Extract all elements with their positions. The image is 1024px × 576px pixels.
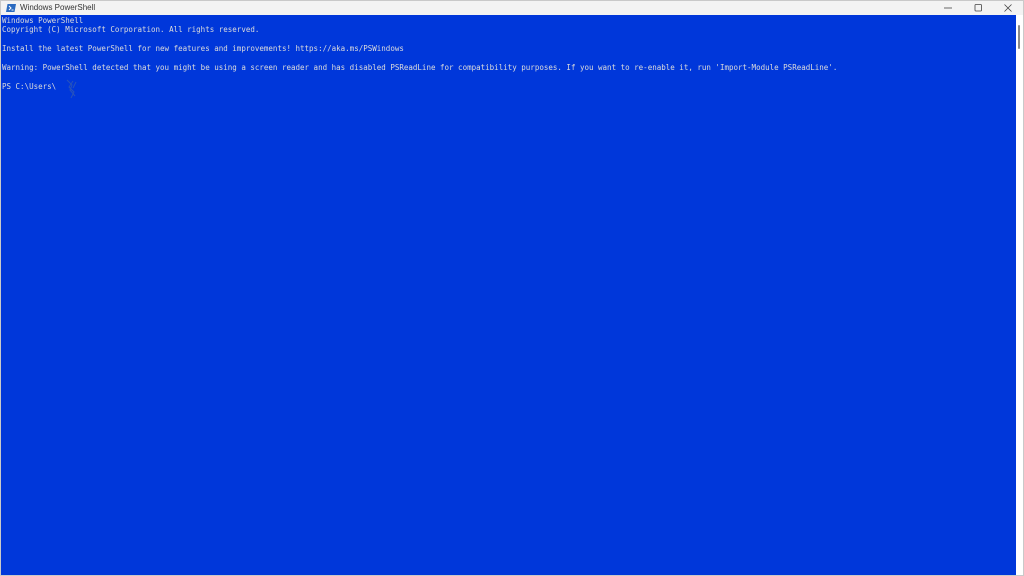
warning-line: Warning: PowerShell detected that you mi… [2,62,838,72]
title-bar[interactable]: Windows PowerShell [1,1,1023,15]
console-output[interactable]: Windows PowerShell Copyright (C) Microso… [1,15,1016,575]
powershell-window: Windows PowerShell Windows PowerShell Co… [0,0,1024,576]
copyright-line: Copyright (C) Microsoft Corporation. All… [2,25,260,35]
maximize-button[interactable] [963,1,993,15]
vertical-scrollbar[interactable] [1016,15,1023,575]
window-controls [933,1,1023,15]
maximize-icon [974,4,982,12]
minimize-button[interactable] [933,1,963,15]
minimize-icon [944,7,952,9]
close-icon [1004,4,1012,12]
window-title: Windows PowerShell [20,3,96,12]
scrollbar-thumb[interactable] [1018,25,1020,49]
powershell-icon [6,4,16,12]
banner-line: Windows PowerShell [2,16,84,25]
prompt-line[interactable]: PS C:\Users\ [2,79,1016,98]
cursor-artifact-icon [64,78,80,102]
close-button[interactable] [993,1,1023,15]
install-hint-line: Install the latest PowerShell for new fe… [2,44,404,54]
prompt-text: PS C:\Users\ [2,81,57,91]
